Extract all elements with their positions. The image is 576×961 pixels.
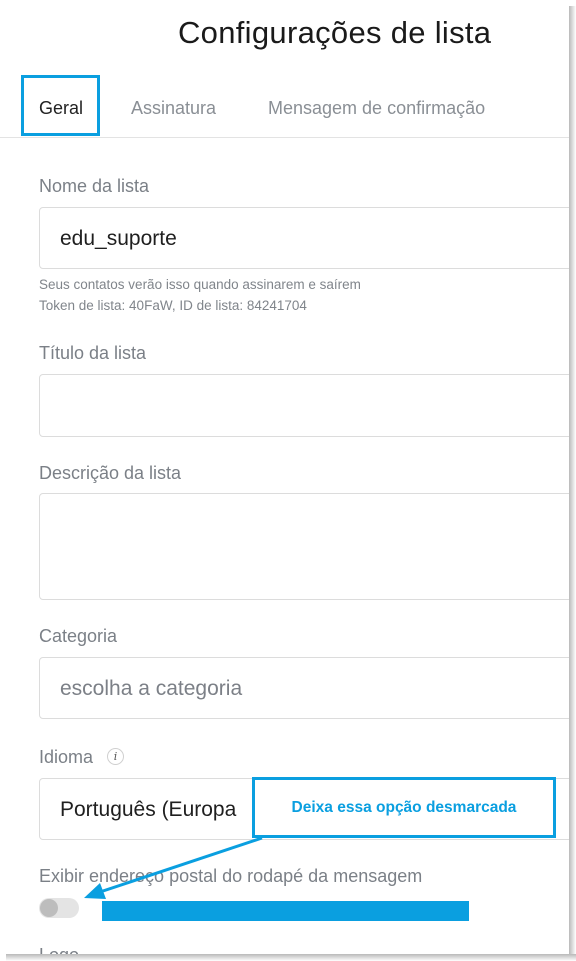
category-placeholder: escolha a categoria	[60, 677, 243, 700]
list-token-info: Token de lista: 40FaW, ID de lista: 8424…	[39, 298, 307, 313]
tab-highlight-box	[21, 75, 100, 136]
list-title-input[interactable]	[39, 374, 569, 437]
list-name-input[interactable]: edu_suporte	[39, 207, 569, 269]
info-icon[interactable]: i	[107, 748, 124, 765]
list-name-label: Nome da lista	[39, 176, 150, 196]
postal-address-toggle[interactable]	[39, 898, 79, 918]
window-shadow-right	[569, 6, 576, 961]
list-description-textarea[interactable]	[39, 493, 569, 600]
postal-address-label: Exibir endereço postal do rodapé da mens…	[39, 866, 423, 886]
logo-label: Logo	[39, 945, 79, 954]
language-label: Idioma	[39, 747, 94, 767]
category-label: Categoria	[39, 626, 118, 646]
category-select[interactable]: escolha a categoria	[39, 657, 569, 719]
list-name-help: Seus contatos verão isso quando assinare…	[39, 277, 361, 292]
window-shadow-bottom	[6, 954, 576, 961]
list-description-label: Descrição da lista	[39, 463, 182, 483]
toggle-knob	[40, 899, 58, 917]
tab-mensagem-confirmacao[interactable]: Mensagem de confirmação	[268, 98, 485, 119]
highlight-bar	[102, 901, 469, 921]
list-title-label: Título da lista	[39, 343, 147, 363]
language-value: Português (Europa	[60, 798, 237, 821]
tab-assinatura[interactable]: Assinatura	[131, 98, 216, 119]
annotation-callout: Deixa essa opção desmarcada	[252, 777, 556, 838]
list-name-value: edu_suporte	[60, 227, 177, 250]
page-title: Configurações de lista	[178, 15, 492, 50]
